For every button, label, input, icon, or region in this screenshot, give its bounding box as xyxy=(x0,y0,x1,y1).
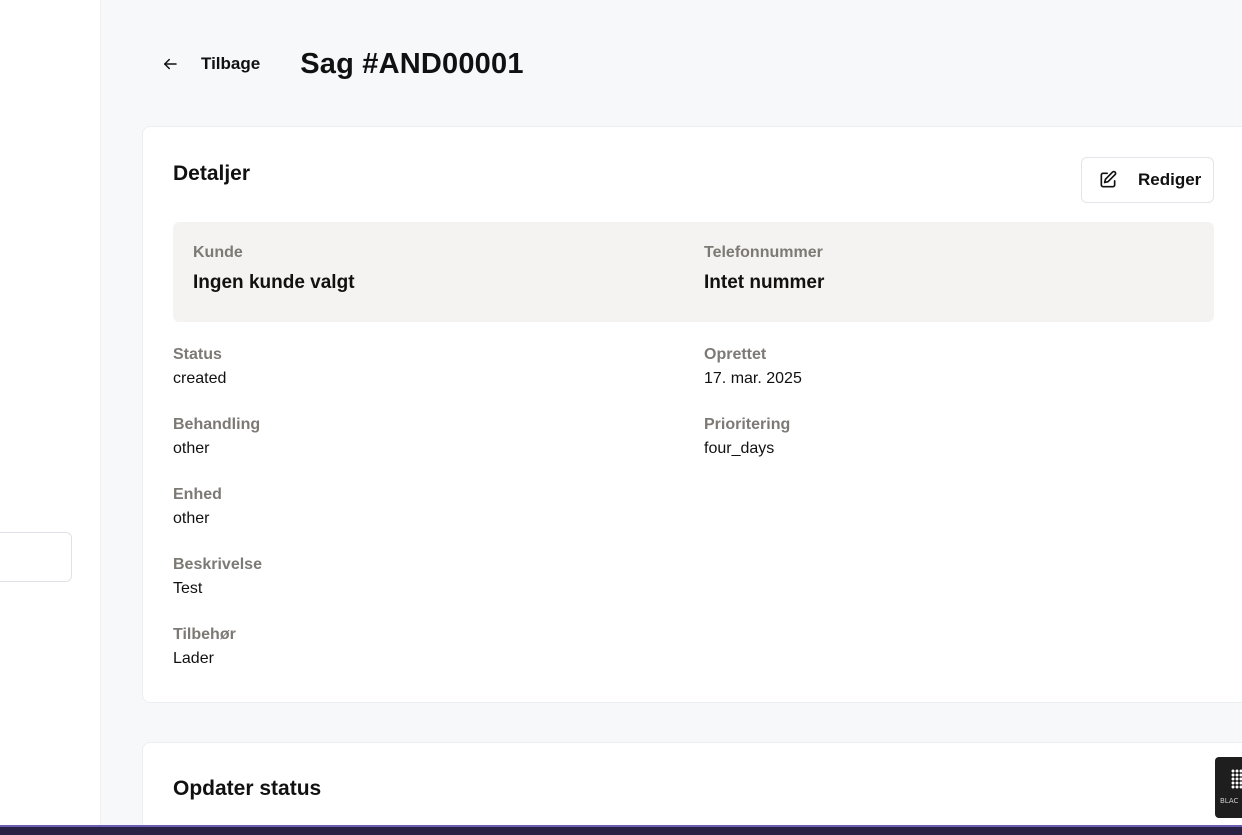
bottom-bar xyxy=(0,825,1242,835)
phone-info: Telefonnummer Intet nummer xyxy=(704,244,824,294)
customer-value: Ingen kunde valgt xyxy=(193,272,355,293)
field-value: Test xyxy=(173,580,203,597)
phone-label: Telefonnummer xyxy=(704,244,823,261)
edit-button[interactable]: Rediger xyxy=(1081,157,1214,203)
field-enhed: Enhed other xyxy=(173,486,222,528)
status-card-title: Opdater status xyxy=(173,777,322,800)
widget-label: BLAC xyxy=(1220,797,1239,805)
field-tilbehor: Tilbehør Lader xyxy=(173,626,236,668)
field-value: created xyxy=(173,370,227,387)
field-label: Beskrivelse xyxy=(173,556,262,573)
field-label: Behandling xyxy=(173,416,261,433)
back-label: Tilbage xyxy=(201,54,261,73)
customer-label: Kunde xyxy=(193,244,243,261)
details-title: Detaljer xyxy=(173,162,251,185)
field-label: Enhed xyxy=(173,486,222,503)
field-value: Lader xyxy=(173,650,214,667)
details-card: Detaljer Rediger Kunde Ingen kunde valgt… xyxy=(142,126,1242,703)
sidebar xyxy=(0,0,101,825)
pencil-square-icon xyxy=(1100,170,1117,188)
status-card: Opdater status xyxy=(142,742,1242,825)
field-label: Status xyxy=(173,346,222,363)
sidebar-search-input[interactable] xyxy=(0,532,72,582)
customer-info: Kunde Ingen kunde valgt xyxy=(193,244,355,294)
page-header: Tilbage Sag #AND00001 xyxy=(161,40,524,88)
main-content: Tilbage Sag #AND00001 Detaljer Rediger K… xyxy=(101,0,1242,825)
edit-label: Rediger xyxy=(1138,170,1202,189)
field-status: Status created xyxy=(173,346,226,388)
field-value: 17. mar. 2025 xyxy=(704,370,802,387)
customer-info-box: Kunde Ingen kunde valgt Telefonnummer In… xyxy=(173,222,1214,322)
field-behandling: Behandling other xyxy=(173,416,260,458)
field-value: four_days xyxy=(704,440,775,457)
field-prioritering: Prioritering four_days xyxy=(704,416,790,458)
field-label: Oprettet xyxy=(704,346,767,363)
field-value: other xyxy=(173,510,210,527)
field-label: Tilbehør xyxy=(173,626,236,643)
back-button[interactable]: Tilbage xyxy=(161,54,260,74)
field-label: Prioritering xyxy=(704,416,791,433)
phone-value: Intet nummer xyxy=(704,272,825,293)
arrow-left-icon xyxy=(164,58,177,70)
floating-widget[interactable]: BLAC xyxy=(1215,757,1242,818)
field-beskrivelse: Beskrivelse Test xyxy=(173,556,262,598)
field-oprettet: Oprettet 17. mar. 2025 xyxy=(704,346,802,388)
page-title: Sag #AND00001 xyxy=(300,47,524,80)
dots-icon xyxy=(1231,769,1242,789)
field-value: other xyxy=(173,440,210,457)
